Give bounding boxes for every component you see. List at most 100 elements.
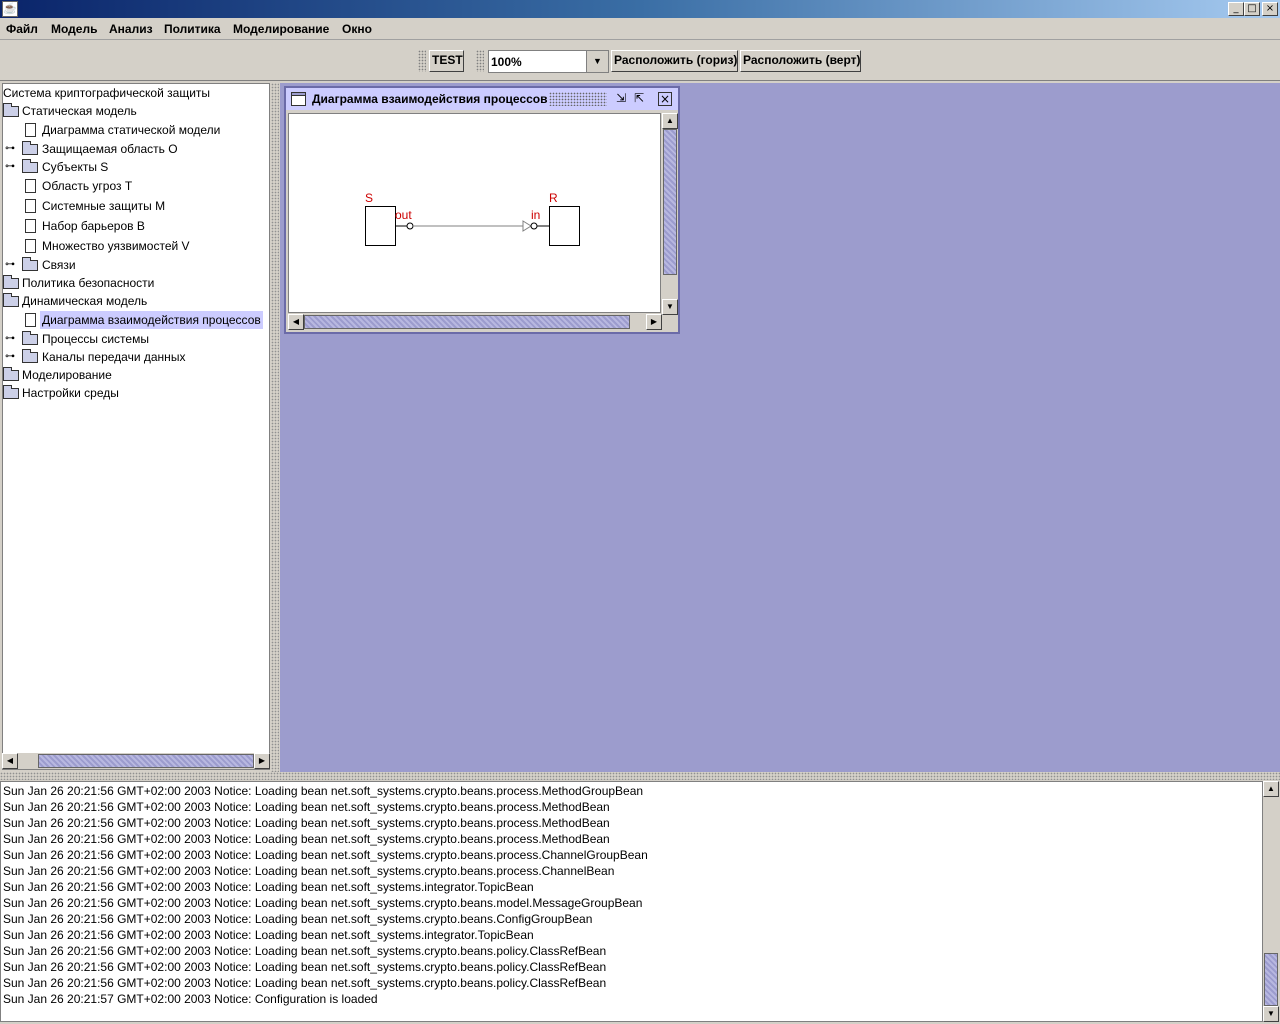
menu-file[interactable]: Файл [6, 22, 38, 36]
toolbar: TEST ▼ Расположить (гориз) Расположить (… [0, 41, 1280, 81]
scroll-left-button[interactable]: ◀ [2, 753, 18, 769]
process-box-sender[interactable] [365, 206, 396, 246]
window-title-bar[interactable]: ☕ _ □ × [0, 0, 1280, 18]
minimize-button[interactable]: _ [1228, 2, 1244, 16]
menu-window[interactable]: Окно [342, 22, 372, 36]
internal-frame-title-bar[interactable]: Диаграмма взаимодействия процессов ⇲ ⇱ × [286, 88, 678, 110]
horizontal-split-divider[interactable] [0, 772, 1280, 780]
tree-item-system-processes[interactable]: ⊶ Процессы системы [3, 330, 263, 348]
close-button[interactable]: × [1262, 2, 1278, 16]
log-line: Sun Jan 26 20:21:56 GMT+02:00 2003 Notic… [3, 864, 615, 878]
maximize-icon[interactable]: ⇱ [631, 91, 647, 107]
scroll-right-button[interactable]: ▶ [646, 314, 662, 330]
scroll-up-button[interactable]: ▲ [662, 113, 678, 129]
toolbar-grip[interactable] [476, 50, 484, 72]
log-line: Sun Jan 26 20:21:56 GMT+02:00 2003 Notic… [3, 944, 607, 958]
scroll-thumb[interactable] [38, 754, 254, 768]
process-box-receiver[interactable] [549, 206, 580, 246]
out-port-label: out [395, 208, 412, 222]
log-vertical-scrollbar[interactable]: ▲ ▼ [1263, 781, 1279, 1022]
tree-item-barriers[interactable]: Набор барьеров B [3, 217, 263, 235]
tree-item-security-policy[interactable]: Политика безопасности [3, 274, 263, 292]
tree-item-protected-area[interactable]: ⊶ Защищаемая область О [3, 140, 263, 158]
menu-bar: Файл Модель Анализ Политика Моделировани… [0, 18, 1280, 40]
tree-item-data-channels[interactable]: ⊶ Каналы передачи данных [3, 348, 263, 366]
tree-item-threat-area[interactable]: Область угроз T [3, 177, 263, 195]
tree-item-vulnerabilities[interactable]: Множество уязвимостей V [3, 237, 263, 255]
log-line: Sun Jan 26 20:21:57 GMT+02:00 2003 Notic… [3, 992, 378, 1006]
sender-label: S [365, 191, 373, 205]
scroll-thumb[interactable] [304, 315, 630, 329]
menu-policy[interactable]: Политика [164, 22, 221, 36]
log-line: Sun Jan 26 20:21:56 GMT+02:00 2003 Notic… [3, 896, 643, 910]
close-icon[interactable]: × [658, 92, 672, 106]
expand-icon[interactable]: ⊶ [5, 334, 15, 344]
tree-item-process-diagram[interactable]: Диаграмма взаимодействия процессов [3, 311, 269, 329]
document-icon [25, 239, 36, 253]
chevron-down-icon[interactable]: ▼ [586, 51, 608, 72]
vertical-split-divider[interactable] [271, 83, 279, 772]
folder-icon [3, 385, 19, 399]
tree-item-environment-settings[interactable]: Настройки среды [3, 384, 263, 402]
scroll-right-button[interactable]: ▶ [254, 753, 270, 769]
scroll-down-button[interactable]: ▼ [1263, 1006, 1279, 1022]
tree-item-simulation[interactable]: Моделирование [3, 366, 263, 384]
receiver-label: R [549, 191, 558, 205]
diagram-vertical-scrollbar[interactable]: ▲ ▼ [662, 113, 678, 315]
folder-icon [3, 367, 19, 381]
log-line: Sun Jan 26 20:21:56 GMT+02:00 2003 Notic… [3, 976, 607, 990]
document-icon [25, 219, 36, 233]
arrange-vertical-button[interactable]: Расположить (верт) [740, 50, 861, 72]
test-button[interactable]: TEST [429, 50, 464, 72]
tree-item-system-protections[interactable]: Системные защиты M [3, 197, 263, 215]
scroll-thumb[interactable] [663, 129, 677, 275]
tree-item-dynamic-model[interactable]: Динамическая модель [3, 292, 263, 310]
expand-icon[interactable]: ⊶ [5, 352, 15, 362]
model-tree[interactable]: Система криптографической защиты Статиче… [2, 83, 270, 770]
scroll-up-button[interactable]: ▲ [1263, 781, 1279, 797]
log-line: Sun Jan 26 20:21:56 GMT+02:00 2003 Notic… [3, 912, 593, 926]
maximize-button[interactable]: □ [1244, 2, 1260, 16]
in-port-label: in [531, 208, 540, 222]
folder-icon [22, 349, 38, 363]
expand-icon[interactable]: ⊶ [5, 162, 15, 172]
log-line: Sun Jan 26 20:21:56 GMT+02:00 2003 Notic… [3, 784, 644, 798]
diagram-canvas[interactable]: S R out in [288, 113, 661, 313]
toolbar-grip[interactable] [418, 50, 426, 72]
menu-simulation[interactable]: Моделирование [233, 22, 329, 36]
scroll-down-button[interactable]: ▼ [662, 299, 678, 315]
zoom-combo[interactable]: ▼ [488, 50, 609, 73]
diagram-horizontal-scrollbar[interactable]: ◀ ▶ [288, 314, 662, 330]
iconify-icon[interactable]: ⇲ [613, 91, 629, 107]
tree-item-subjects[interactable]: ⊶ Субъекты S [3, 158, 263, 176]
document-icon [25, 199, 36, 213]
expand-icon[interactable]: ⊶ [5, 260, 15, 270]
expand-icon[interactable]: ⊶ [5, 144, 15, 154]
scroll-thumb[interactable] [1264, 953, 1278, 1006]
tree-root[interactable]: Система криптографической защиты [3, 84, 210, 102]
log-line: Sun Jan 26 20:21:56 GMT+02:00 2003 Notic… [3, 960, 607, 974]
arrange-horizontal-button[interactable]: Расположить (гориз) [611, 50, 738, 72]
log-line: Sun Jan 26 20:21:56 GMT+02:00 2003 Notic… [3, 848, 648, 862]
log-line: Sun Jan 26 20:21:56 GMT+02:00 2003 Notic… [3, 800, 610, 814]
menu-analysis[interactable]: Анализ [109, 22, 153, 36]
tree-item-selected-label: Диаграмма взаимодействия процессов [40, 311, 263, 329]
zoom-input[interactable] [489, 51, 585, 72]
scroll-left-button[interactable]: ◀ [288, 314, 304, 330]
tree-item-static-model[interactable]: Статическая модель [3, 102, 263, 120]
tree-item-static-diagram[interactable]: Диаграмма статической модели [3, 121, 263, 139]
out-port[interactable] [406, 222, 414, 230]
menu-model[interactable]: Модель [51, 22, 97, 36]
folder-icon [3, 103, 19, 117]
tree-item-links[interactable]: ⊶ Связи [3, 256, 263, 274]
document-icon [25, 179, 36, 193]
log-line: Sun Jan 26 20:21:56 GMT+02:00 2003 Notic… [3, 832, 610, 846]
log-panel[interactable]: Sun Jan 26 20:21:56 GMT+02:00 2003 Notic… [0, 781, 1263, 1022]
in-port[interactable] [530, 222, 538, 230]
folder-icon [3, 275, 19, 289]
log-line: Sun Jan 26 20:21:56 GMT+02:00 2003 Notic… [3, 880, 534, 894]
tree-horizontal-scrollbar[interactable]: ◀ ▶ [2, 753, 270, 769]
java-app-icon[interactable]: ☕ [2, 1, 18, 17]
process-diagram-window[interactable]: Диаграмма взаимодействия процессов ⇲ ⇱ ×… [284, 86, 680, 334]
process-diagram: S R out in [365, 191, 580, 246]
